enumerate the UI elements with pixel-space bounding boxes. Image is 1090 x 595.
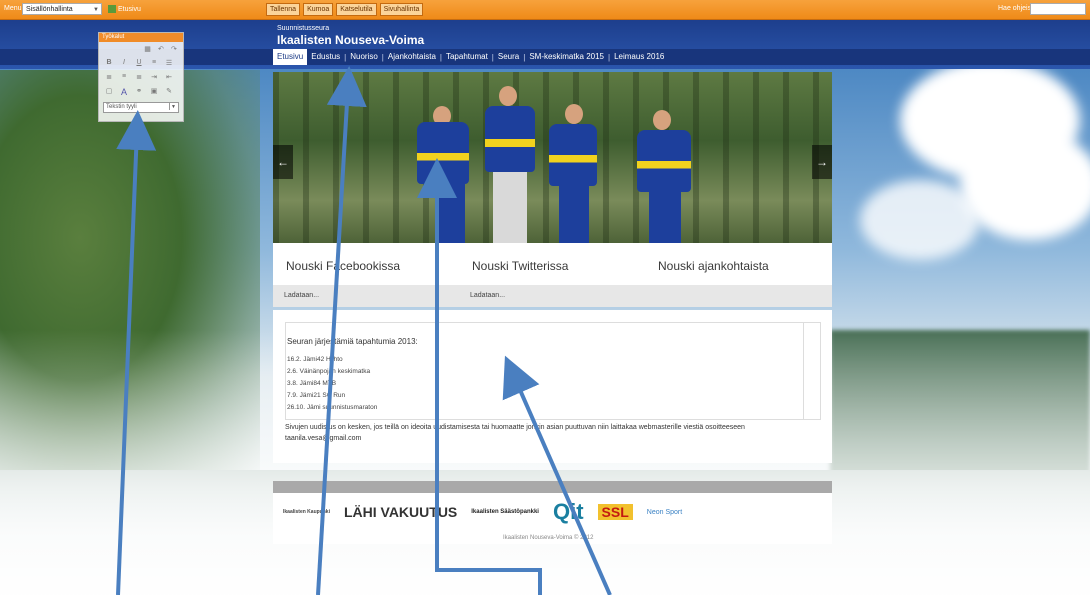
next-slide-button[interactable]: →	[812, 145, 832, 179]
copyright: Ikaalisten Nouseva-Voima © 2012	[503, 535, 594, 541]
sponsor-logo[interactable]: SSL	[597, 504, 633, 520]
editor-tool-panel[interactable]: Työkalut ▦ ↶ ↷ B I U ≡ ☰ ≣ ≡ ≣ ⇥ ⇤ ▢ A ⚭…	[98, 32, 184, 122]
help-search-input[interactable]	[1030, 3, 1086, 15]
events-title: Seuran järjestämiä tapahtumia 2013:	[287, 337, 418, 346]
twitter-heading: Nouski Twitterissa	[472, 259, 569, 273]
admin-toolbar: Menu Sisällönhallinta ▼ Etusivu Tallenna…	[0, 0, 1090, 20]
indent-icon[interactable]: ⇥	[150, 73, 158, 81]
section-select-value: Sisällönhallinta	[26, 6, 73, 13]
align-center-icon[interactable]: ≡	[120, 73, 128, 81]
facebook-loading: Ladataan...	[284, 292, 320, 299]
text-style-select[interactable]: Tekstin tyyli ▼	[103, 102, 179, 113]
page-manager-button[interactable]: Sivuhallinta	[379, 3, 424, 16]
prev-slide-button[interactable]: ←	[273, 145, 293, 179]
section-select[interactable]: Sisällönhallinta ▼	[22, 3, 102, 15]
text-style-placeholder: Tekstin tyyli	[106, 104, 137, 110]
home-icon	[108, 5, 116, 13]
facebook-heading: Nouski Facebookissa	[286, 259, 401, 273]
twitter-loading: Ladataan...	[470, 292, 506, 299]
loading-strip: Ladataan... Ladataan...	[273, 285, 832, 307]
tool-panel-title: Työkalut	[99, 33, 183, 42]
events-list: 16.2. Jämi42 Hiihto 2.6. Väinänpojan kes…	[287, 354, 377, 414]
sponsor-logo[interactable]: Neon Sport	[647, 509, 682, 516]
news-heading: Nouski ajankohtaista	[658, 259, 769, 273]
site-footer: Ikaalisten Kaupunki LÄHI VAKUUTUS Ikaali…	[273, 481, 832, 544]
align-right-icon[interactable]: ≣	[135, 73, 143, 81]
home-link-label: Etusivu	[118, 5, 141, 13]
arrow-left-icon: ←	[277, 155, 289, 169]
admin-menu-label: Menu	[4, 5, 22, 12]
nav-item-etusivu[interactable]: Etusivu	[273, 49, 308, 65]
list-item: 3.8. Jämi84 MTB	[287, 380, 337, 387]
nav-item-leimaus[interactable]: Leimaus 2016	[610, 49, 668, 65]
webmaster-note: Sivujen uudistus on kesken, jos teillä o…	[285, 424, 745, 442]
link-icon[interactable]: ⚭	[135, 87, 143, 97]
nav-item-nuoriso[interactable]: Nuoriso	[346, 49, 382, 65]
align-left-icon[interactable]: ≣	[105, 73, 113, 81]
underline-icon[interactable]: U	[135, 59, 143, 67]
sponsor-logo[interactable]: Qit	[553, 499, 584, 525]
bold-icon[interactable]: B	[105, 59, 113, 67]
table-icon[interactable]: ▦	[144, 45, 151, 53]
hero-slideshow: ← →	[273, 72, 832, 243]
scrollbar[interactable]	[803, 323, 820, 419]
outdent-icon[interactable]: ⇤	[165, 73, 173, 81]
site-subtitle: Suunnistusseura	[277, 25, 330, 32]
site-title: Ikaalisten Nouseva-Voima	[277, 33, 425, 47]
redo-icon[interactable]: ↷	[171, 45, 177, 53]
list-item: 2.6. Väinänpojan keskimatka	[287, 368, 371, 375]
ordered-list-icon[interactable]: ≡	[150, 59, 158, 67]
media-icon[interactable]: ▣	[150, 87, 158, 97]
plugin-icon[interactable]: ✎	[165, 87, 173, 97]
home-link[interactable]: Etusivu	[108, 5, 141, 13]
events-section: Seuran järjestämiä tapahtumia 2013: 16.2…	[273, 310, 832, 463]
sponsor-logo[interactable]: Ikaalisten Kaupunki	[283, 509, 330, 515]
arrow-right-icon: →	[816, 155, 828, 169]
sponsor-logo[interactable]: LÄHI VAKUUTUS	[344, 504, 457, 520]
sponsor-logo[interactable]: Ikaalisten Säästöpankki	[471, 509, 539, 515]
view-mode-button[interactable]: Katselutila	[336, 3, 377, 16]
admin-buttons: Tallenna Kumoa Katselutila Sivuhallinta	[266, 3, 424, 16]
events-editable-box[interactable]: Seuran järjestämiä tapahtumia 2013: 16.2…	[285, 322, 821, 420]
text-color-icon[interactable]: A	[120, 87, 128, 97]
nav-item-ajankohtaista[interactable]: Ajankohtaista	[384, 49, 440, 65]
undo-icon[interactable]: ↶	[158, 45, 164, 53]
list-item: 16.2. Jämi42 Hiihto	[287, 356, 343, 363]
image-icon[interactable]: ▢	[105, 87, 113, 97]
nav-item-edustus[interactable]: Edustus	[307, 49, 344, 65]
nav-item-seura[interactable]: Seura	[494, 49, 523, 65]
bullet-list-icon[interactable]: ☰	[165, 59, 173, 67]
social-columns: Nouski Facebookissa Nouski Twitterissa N…	[273, 243, 832, 285]
list-item: 7.9. Jämi21 SC Run	[287, 392, 346, 399]
undo-button[interactable]: Kumoa	[303, 3, 334, 16]
chevron-down-icon: ▼	[169, 103, 177, 110]
italic-icon[interactable]: I	[120, 59, 128, 67]
chevron-down-icon: ▼	[93, 7, 99, 13]
save-button[interactable]: Tallenna	[266, 3, 301, 16]
sponsor-logos: Ikaalisten Kaupunki LÄHI VAKUUTUS Ikaali…	[283, 495, 713, 529]
nav-item-sm-keskimatka[interactable]: SM-keskimatka 2015	[525, 49, 608, 65]
nav-item-tapahtumat[interactable]: Tapahtumat	[442, 49, 492, 65]
list-item: 26.10. Jämi suunnistusmaraton	[287, 404, 378, 411]
